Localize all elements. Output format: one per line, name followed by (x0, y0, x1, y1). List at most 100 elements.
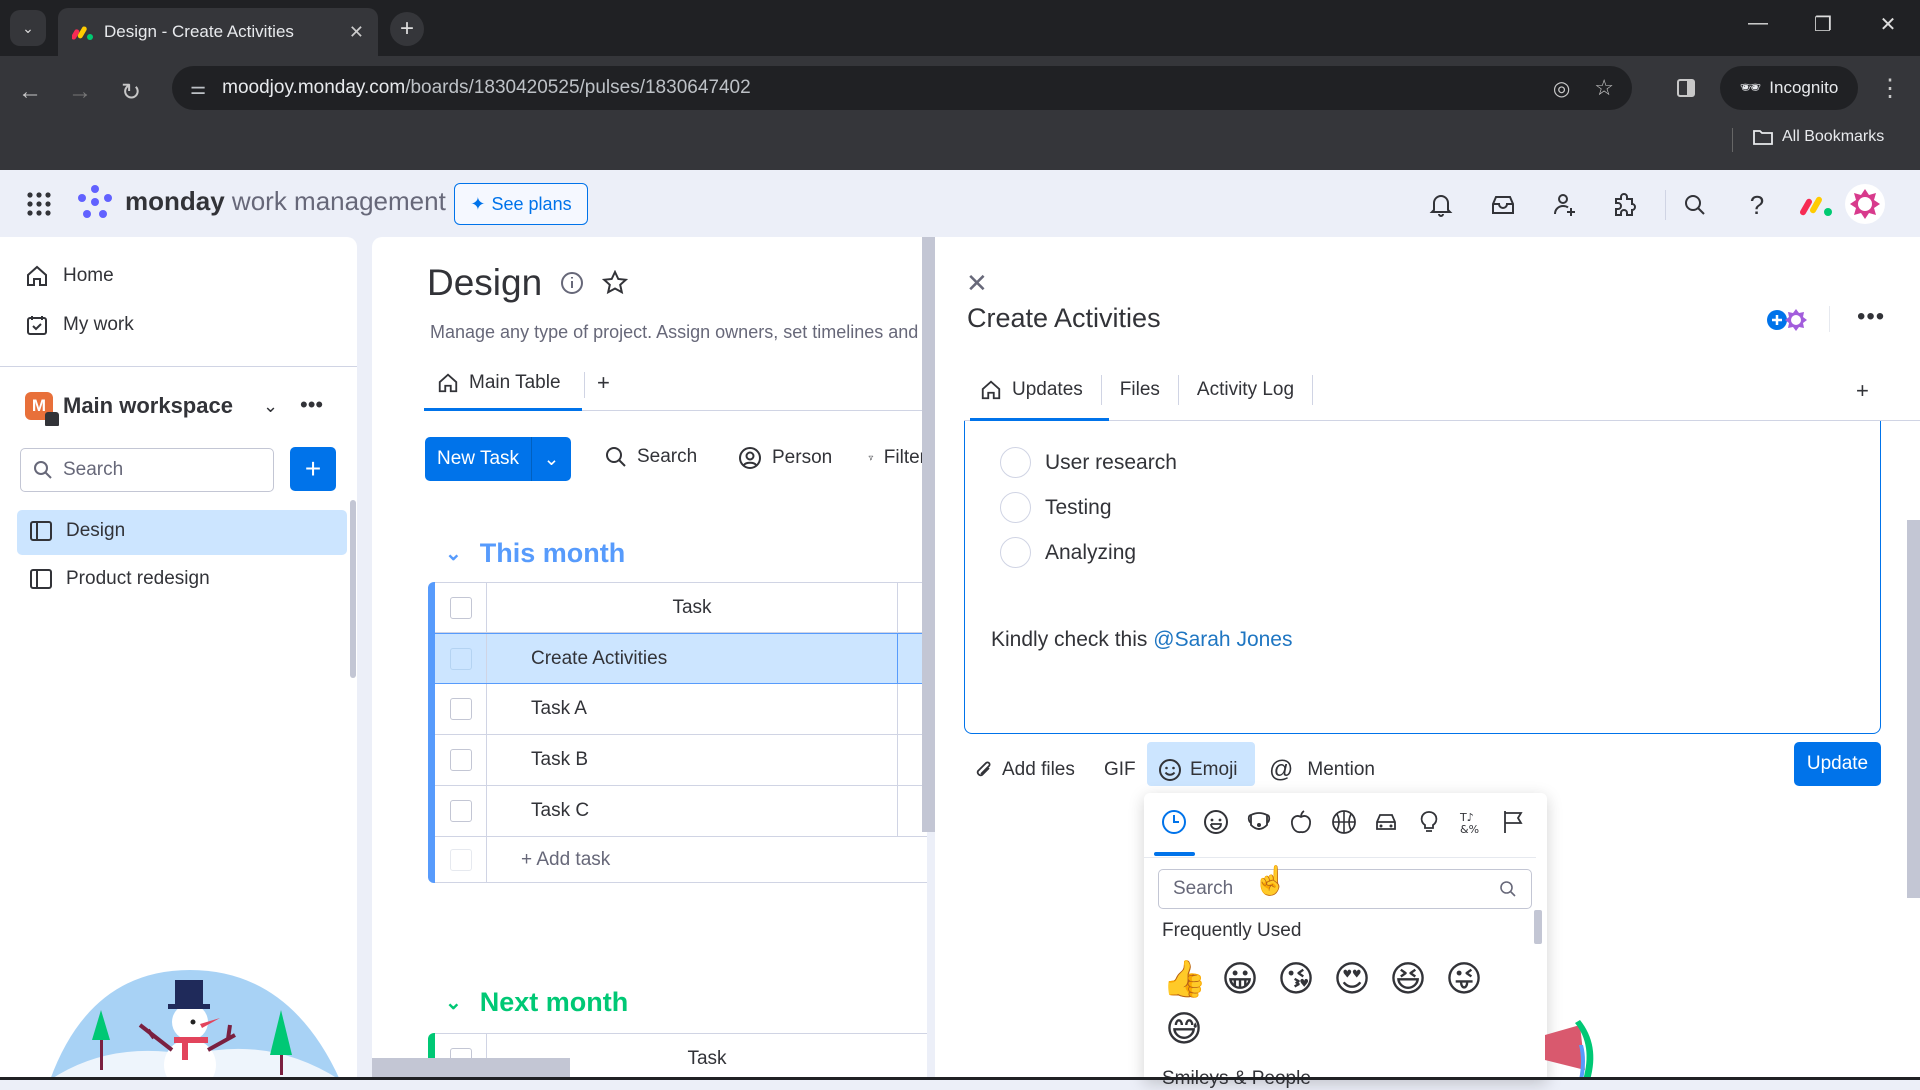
row-checkbox[interactable] (435, 786, 487, 836)
group-header-this-month[interactable]: ⌄ This month (445, 538, 625, 569)
update-message[interactable]: Kindly check this @Sarah Jones (991, 628, 1292, 652)
table-row[interactable]: Task C (435, 786, 927, 837)
collapse-group-icon[interactable]: ⌄ (445, 541, 462, 566)
tracking-protection-icon[interactable]: ◎ (1553, 76, 1570, 101)
emoji-heart-eyes[interactable]: 😍 (1330, 962, 1374, 998)
more-options-icon[interactable]: ••• (1857, 303, 1885, 331)
emoji-category-symbols-icon[interactable]: T♪ &% (1457, 808, 1485, 836)
emoji-search-input[interactable]: Search (1158, 869, 1532, 909)
new-task-dropdown[interactable]: ⌄ (531, 437, 571, 481)
site-info-icon[interactable]: ⚌ (190, 78, 206, 99)
emoji-grinning[interactable]: 😀 (1218, 962, 1262, 998)
task-name[interactable]: Task A (487, 698, 897, 720)
column-header-task[interactable]: Task (487, 597, 897, 619)
add-task-input[interactable]: + Add task (487, 849, 927, 871)
browser-menu-icon[interactable]: ⋮ (1872, 70, 1908, 106)
add-integration-icon[interactable] (1765, 306, 1811, 334)
checkbox-circle[interactable] (1000, 537, 1031, 568)
row-checkbox[interactable] (435, 684, 487, 734)
add-files-button[interactable]: Add files (974, 750, 1075, 790)
monday-logo-icon[interactable] (77, 184, 113, 220)
minimize-icon[interactable]: — (1738, 12, 1778, 35)
browser-tab[interactable]: Design - Create Activities ✕ (58, 8, 378, 56)
emoji-kissing-heart[interactable]: 😘 (1274, 962, 1318, 998)
apps-icon[interactable] (1611, 190, 1641, 220)
page-title[interactable]: Design (427, 262, 542, 304)
close-window-icon[interactable]: ✕ (1868, 12, 1908, 37)
sidebar-item-my-work[interactable]: My work (25, 313, 134, 337)
sidebar-item-home[interactable]: Home (25, 264, 114, 288)
select-all-checkbox[interactable] (435, 583, 487, 632)
emoji-category-recent-icon[interactable] (1160, 808, 1188, 836)
table-row-selected[interactable]: Create Activities (435, 633, 927, 684)
new-tab-button[interactable]: + (390, 12, 424, 46)
add-panel-tab-button[interactable]: + (1856, 378, 1869, 404)
item-title[interactable]: Create Activities (967, 303, 1161, 334)
tab-search-button[interactable]: ⌄ (10, 10, 46, 46)
inbox-icon[interactable] (1488, 190, 1518, 220)
workspace-selector[interactable]: M Main workspace ⌄ (25, 392, 278, 426)
collapse-group-icon[interactable]: ⌄ (445, 990, 462, 1015)
gif-button[interactable]: GIF (1104, 750, 1136, 790)
emoji-button[interactable]: Emoji (1158, 750, 1238, 790)
board-search-button[interactable]: Search (605, 446, 697, 468)
row-checkbox[interactable] (435, 634, 487, 683)
checkbox-circle[interactable] (1000, 447, 1031, 478)
side-panel-icon[interactable] (1668, 70, 1704, 106)
tab-updates[interactable]: Updates (970, 375, 1102, 405)
emoji-category-activity-icon[interactable] (1330, 808, 1358, 836)
checklist-item[interactable]: User research (1000, 447, 1177, 478)
app-switcher-icon[interactable] (26, 191, 52, 217)
emoji-category-food-icon[interactable] (1287, 808, 1315, 836)
address-bar[interactable]: ⚌ moodjoy.monday.com/boards/1830420525/p… (172, 66, 1632, 110)
bell-icon[interactable] (1426, 190, 1456, 220)
tab-activity-log[interactable]: Activity Log (1179, 375, 1314, 405)
monday-products-icon[interactable] (1800, 192, 1834, 218)
incognito-indicator[interactable]: 🕶 Incognito (1720, 66, 1858, 110)
checklist-item[interactable]: Testing (1000, 492, 1112, 523)
panel-resize-handle[interactable] (922, 237, 935, 832)
back-icon[interactable]: ← (12, 74, 48, 110)
emoji-category-objects-icon[interactable] (1415, 808, 1443, 836)
task-name[interactable]: Task C (487, 800, 897, 822)
tab-files[interactable]: Files (1102, 375, 1179, 405)
restore-icon[interactable]: ❐ (1803, 12, 1843, 37)
update-button[interactable]: Update (1794, 742, 1881, 786)
invite-members-icon[interactable] (1550, 190, 1580, 220)
tab-main-table[interactable]: Main Table (437, 372, 561, 394)
filter-button[interactable]: Filter (868, 446, 926, 470)
emoji-category-smileys-icon[interactable] (1202, 808, 1230, 836)
new-task-button[interactable]: New Task ⌄ (425, 437, 571, 481)
emoji-category-animals-icon[interactable] (1245, 808, 1273, 836)
sidebar-search-input[interactable]: Search (20, 448, 274, 492)
close-tab-icon[interactable]: ✕ (349, 22, 364, 43)
emoji-laughing[interactable]: 😆 (1386, 962, 1430, 998)
mention-button[interactable]: @ Mention (1269, 750, 1375, 790)
emoji-category-flags-icon[interactable] (1500, 808, 1528, 836)
close-panel-icon[interactable]: ✕ (966, 268, 988, 299)
checklist-item[interactable]: Analyzing (1000, 537, 1136, 568)
panel-scrollbar[interactable] (1907, 520, 1920, 898)
checkbox-circle[interactable] (1000, 492, 1031, 523)
bookmark-star-icon[interactable]: ☆ (1594, 75, 1614, 101)
emoji-picker-scrollbar[interactable] (1534, 910, 1542, 944)
person-filter-button[interactable]: Person (738, 446, 832, 470)
see-plans-button[interactable]: ✦ See plans (454, 183, 588, 225)
row-checkbox[interactable] (435, 735, 487, 785)
group-header-next-month[interactable]: ⌄ Next month (445, 987, 628, 1018)
task-name[interactable]: Task B (487, 749, 897, 771)
emoji-sweat-smile[interactable]: 😅 (1162, 1012, 1206, 1048)
reload-icon[interactable]: ↻ (113, 74, 149, 110)
help-icon[interactable]: ? (1742, 190, 1772, 220)
emoji-category-travel-icon[interactable] (1372, 808, 1400, 836)
search-icon[interactable] (1680, 190, 1710, 220)
workspace-more-icon[interactable]: ••• (300, 392, 323, 418)
emoji-thumbs-up[interactable]: 👍 (1162, 962, 1207, 998)
sidebar-scrollbar[interactable] (350, 500, 356, 678)
table-row[interactable]: Task B (435, 735, 927, 786)
info-icon[interactable] (560, 271, 584, 295)
mention-link[interactable]: @Sarah Jones (1153, 628, 1292, 651)
task-name[interactable]: Create Activities (487, 648, 897, 670)
favorite-star-icon[interactable] (602, 270, 629, 296)
add-view-button[interactable]: + (597, 370, 610, 396)
